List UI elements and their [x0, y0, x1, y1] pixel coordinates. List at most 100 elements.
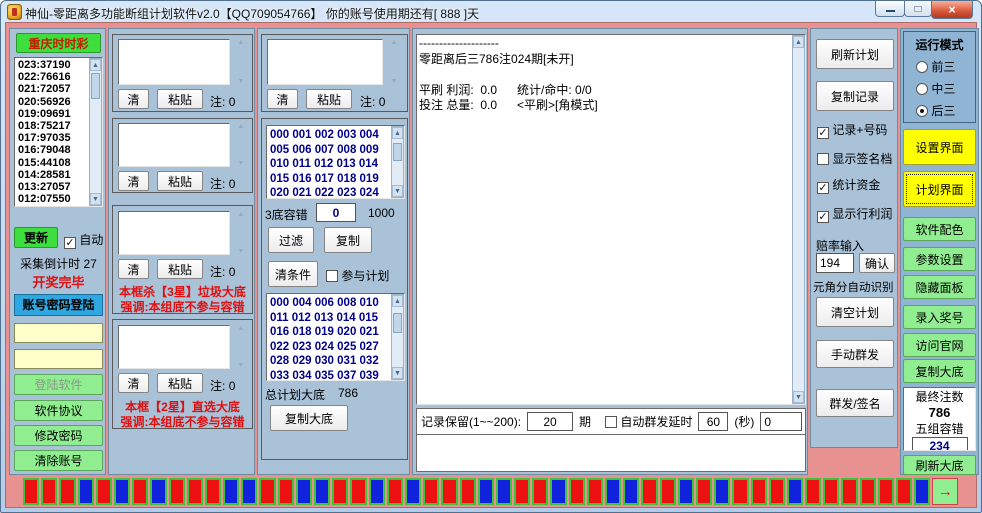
scrollbar[interactable]: ▲ ▼ [235, 39, 247, 85]
scrollbar[interactable]: ▲ ▼ [235, 325, 247, 369]
scroll-thumb[interactable] [393, 313, 402, 333]
scroll-down-icon[interactable]: ▼ [388, 78, 400, 85]
paste-button[interactable]: 粘贴 [157, 373, 203, 393]
update-button[interactable]: 更新 [14, 227, 58, 248]
stats-funds-checkbox-box[interactable] [817, 182, 829, 194]
scroll-down-icon[interactable]: ▼ [392, 185, 403, 197]
copy-base-button[interactable]: 复制大底 [270, 405, 348, 431]
plan-ui-button[interactable]: 计划界面 [903, 171, 976, 207]
record-keep-input[interactable] [527, 412, 573, 431]
list-item[interactable]: 015:44108 [15, 157, 88, 169]
confirm-button[interactable]: 确认 [859, 253, 895, 273]
strip-arrow[interactable]: → [932, 478, 958, 505]
five-group-input[interactable] [912, 437, 968, 451]
list-item[interactable]: 013:27057 [15, 181, 88, 193]
draw-list-scrollbar[interactable]: ▲ ▼ [89, 58, 102, 206]
list-item[interactable]: 016:79048 [15, 144, 88, 156]
change-password-button[interactable]: 修改密码 [14, 425, 103, 446]
log-scrollbar[interactable]: ▲ ▼ [792, 35, 805, 404]
minimize-button[interactable] [875, 1, 905, 17]
join-plan-checkbox[interactable]: 参与计划 [326, 267, 389, 284]
clear-account-button[interactable]: 清除账号 [14, 450, 103, 471]
mode-back3-radio[interactable]: 后三 [916, 102, 955, 119]
clear-plan-button[interactable]: 清空计划 [816, 297, 894, 327]
list-item[interactable]: 020:56926 [15, 96, 88, 108]
software-color-button[interactable]: 软件配色 [903, 217, 976, 241]
scroll-up-icon[interactable]: ▲ [793, 36, 804, 48]
scroll-up-icon[interactable]: ▲ [392, 295, 403, 307]
lottery-type-button[interactable]: 重庆时时彩 [16, 33, 101, 53]
scroll-up-icon[interactable]: ▲ [388, 39, 400, 46]
clear-button[interactable]: 清 [267, 89, 298, 109]
list-item[interactable]: 018:75217 [15, 120, 88, 132]
numbers-scrollbar[interactable]: ▲ ▼ [391, 126, 404, 198]
scroll-up-icon[interactable]: ▲ [235, 211, 247, 218]
delay-input[interactable] [698, 412, 728, 431]
paste-button[interactable]: 粘贴 [157, 171, 203, 191]
numbers-scrollbar[interactable]: ▲ ▼ [391, 294, 404, 380]
scroll-down-icon[interactable]: ▼ [235, 160, 247, 167]
close-button[interactable]: × [931, 1, 973, 19]
send-sign-button[interactable]: 群发/签名 [816, 389, 894, 417]
paste-button[interactable]: 粘贴 [157, 89, 203, 109]
clear-button[interactable]: 清 [118, 259, 149, 279]
scrollbar[interactable]: ▲ ▼ [235, 211, 247, 255]
row-profit-checkbox-box[interactable] [817, 211, 829, 223]
scroll-down-icon[interactable]: ▼ [90, 193, 101, 205]
paste-input-3[interactable] [118, 211, 230, 255]
plan-log-area[interactable]: -------------------- 零距离后三786注024期[未开] 平… [416, 34, 806, 405]
show-signature-checkbox[interactable]: 显示签名档 [817, 150, 892, 167]
scroll-thumb[interactable] [393, 143, 402, 161]
clear-button[interactable]: 清 [118, 373, 149, 393]
auto-send-checkbox-box[interactable] [605, 416, 617, 428]
record-number-checkbox[interactable]: 记录+号码 [817, 121, 887, 139]
scroll-up-icon[interactable]: ▲ [235, 123, 247, 130]
scroll-down-icon[interactable]: ▼ [392, 367, 403, 379]
list-item[interactable]: 019:09691 [15, 108, 88, 120]
row-profit-checkbox[interactable]: 显示行利润 [817, 205, 892, 223]
manual-send-button[interactable]: 手动群发 [816, 340, 894, 368]
agreement-button[interactable]: 软件协议 [14, 400, 103, 421]
scroll-up-icon[interactable]: ▲ [90, 59, 101, 71]
scrollbar[interactable]: ▲ ▼ [235, 123, 247, 167]
auto-checkbox-box[interactable] [64, 237, 76, 249]
paste-input-4[interactable] [118, 325, 230, 369]
refresh-plan-button[interactable]: 刷新计划 [816, 39, 894, 69]
tolerance-input[interactable] [316, 203, 356, 222]
mode-middle3-radio-dot[interactable] [916, 83, 928, 95]
username-field[interactable] [14, 323, 103, 343]
hide-panel-button[interactable]: 隐藏面板 [903, 275, 976, 299]
paste-input-5[interactable] [267, 39, 383, 85]
scroll-down-icon[interactable]: ▼ [235, 362, 247, 369]
copy-base-button-right[interactable]: 复制大底 [903, 359, 976, 383]
settings-ui-button[interactable]: 设置界面 [903, 129, 976, 165]
scroll-up-icon[interactable]: ▲ [235, 39, 247, 46]
paste-input-2[interactable] [118, 123, 230, 167]
mode-front3-radio[interactable]: 前三 [916, 58, 955, 75]
odds-input[interactable] [816, 253, 854, 273]
mode-front3-radio-dot[interactable] [916, 61, 928, 73]
paste-button[interactable]: 粘贴 [157, 259, 203, 279]
enter-number-button[interactable]: 录入奖号 [903, 305, 976, 329]
scroll-up-icon[interactable]: ▲ [235, 325, 247, 332]
join-plan-checkbox-box[interactable] [326, 270, 338, 282]
copy-button[interactable]: 复制 [324, 227, 372, 253]
password-field[interactable] [14, 349, 103, 369]
extra-input[interactable] [760, 412, 802, 431]
params-button[interactable]: 参数设置 [903, 247, 976, 271]
show-signature-checkbox-box[interactable] [817, 153, 829, 165]
login-button[interactable]: 登陆软件 [14, 374, 103, 395]
clear-button[interactable]: 清 [118, 171, 149, 191]
auto-send-checkbox[interactable]: 自动群发延时 [605, 413, 692, 430]
visit-website-button[interactable]: 访问官网 [903, 333, 976, 357]
scroll-down-icon[interactable]: ▼ [235, 78, 247, 85]
list-item[interactable]: 023:37190 [15, 59, 88, 71]
clear-condition-button[interactable]: 清条件 [268, 261, 318, 287]
mode-back3-radio-dot[interactable] [916, 105, 928, 117]
scroll-thumb[interactable] [91, 73, 100, 99]
paste-button[interactable]: 粘贴 [306, 89, 352, 109]
stats-funds-checkbox[interactable]: 统计资金 [817, 176, 880, 194]
clear-button[interactable]: 清 [118, 89, 149, 109]
copy-record-button[interactable]: 复制记录 [816, 81, 894, 111]
filter-button[interactable]: 过滤 [268, 227, 314, 253]
